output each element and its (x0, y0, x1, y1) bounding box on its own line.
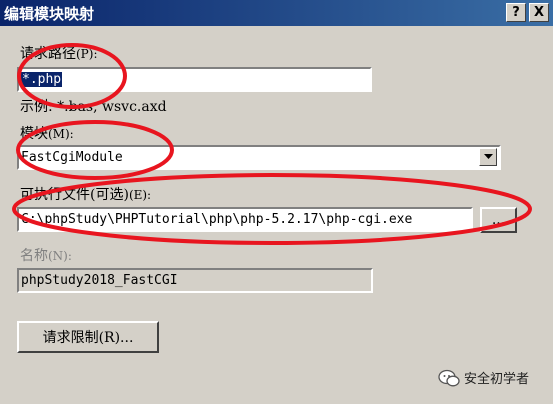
request-path-value: *.php (21, 72, 63, 87)
name-label-text: 名称 (20, 248, 48, 264)
name-value: phpStudy2018_FastCGI (21, 273, 178, 288)
name-hotkey: (N): (48, 249, 72, 263)
module-dropdown-button[interactable] (479, 148, 497, 166)
request-path-example: 示例: *.bas, wsvc.axd (20, 99, 167, 115)
name-label: 名称(N): (20, 245, 72, 265)
module-label: 模块(M): (20, 123, 74, 143)
request-path-label-text: 请求路径 (20, 46, 76, 62)
watermark: 安全初学者 (438, 368, 529, 387)
executable-value: C:\phpStudy\PHPTutorial\php\php-5.2.17\p… (21, 212, 413, 227)
window-title: 编辑模块映射 (4, 5, 95, 23)
wechat-icon (438, 369, 460, 386)
request-restrictions-label: 请求限制(R)... (42, 330, 134, 346)
request-path-hotkey: (P): (76, 47, 98, 61)
executable-label: 可执行文件(可选)(E): (20, 184, 151, 204)
request-path-label: 请求路径(P): (20, 43, 97, 63)
executable-hotkey: (E): (128, 188, 152, 202)
help-button[interactable]: ? (506, 3, 526, 22)
module-value: FastCgiModule (21, 150, 123, 165)
close-button[interactable]: X (529, 3, 549, 22)
request-restrictions-button[interactable]: 请求限制(R)... (17, 321, 159, 353)
request-path-input[interactable]: *.php (17, 67, 372, 92)
executable-input[interactable]: C:\phpStudy\PHPTutorial\php\php-5.2.17\p… (17, 207, 473, 232)
module-label-text: 模块 (20, 126, 48, 142)
name-input[interactable]: phpStudy2018_FastCGI (17, 268, 373, 293)
watermark-text: 安全初学者 (464, 372, 530, 387)
module-hotkey: (M): (48, 127, 74, 141)
chevron-down-icon (483, 154, 493, 159)
help-icon: ? (512, 5, 520, 20)
browse-label: ... (491, 212, 506, 228)
browse-button[interactable]: ... (480, 207, 517, 233)
executable-label-text: 可执行文件(可选) (20, 187, 129, 203)
close-icon: X (533, 5, 545, 20)
title-bar: 编辑模块映射 ? X (0, 0, 553, 26)
module-select[interactable]: FastCgiModule (17, 145, 501, 170)
